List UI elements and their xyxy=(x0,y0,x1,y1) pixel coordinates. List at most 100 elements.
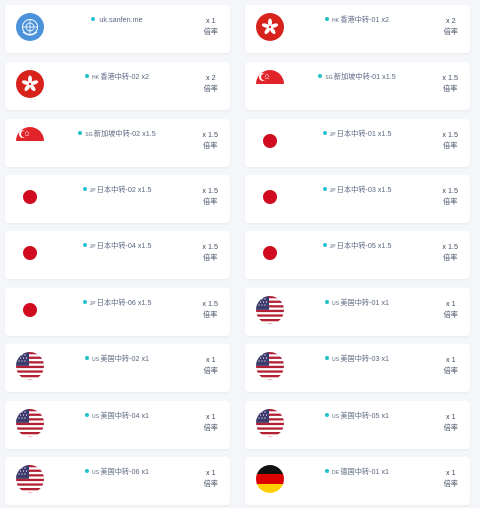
us-flag-icon xyxy=(255,408,285,438)
country-code: JP xyxy=(89,244,96,250)
status-dot xyxy=(322,131,327,135)
node-name: 日本中转-04 x1.5 xyxy=(96,241,152,250)
country-code: US xyxy=(331,414,340,420)
multiplier-label: 倍率 xyxy=(443,253,458,262)
node-multiplier: x 1.5 xyxy=(442,186,458,195)
country-code: JP xyxy=(329,132,336,138)
node-card[interactable]: uk.sanfen.me x 1 倍率 xyxy=(5,5,230,53)
status-dot xyxy=(84,413,89,417)
node-card[interactable]: HK香港中转-02 x2 x 2 倍率 xyxy=(5,62,230,110)
node-name: 美国中转-05 x1 xyxy=(340,411,390,420)
multiplier-label: 倍率 xyxy=(203,27,218,36)
us-flag-icon xyxy=(15,464,45,494)
multiplier-label: 倍率 xyxy=(443,366,458,375)
node-card[interactable]: US美国中转-02 x1 x 1 倍率 xyxy=(5,344,230,392)
multiplier-label: 倍率 xyxy=(203,310,218,319)
de-flag-icon xyxy=(255,464,285,494)
country-code: JP xyxy=(329,188,336,194)
multiplier-label: 倍率 xyxy=(443,84,458,93)
node-card[interactable]: JP日本中转-04 x1.5 x 1.5 倍率 xyxy=(5,231,230,279)
us-flag-icon xyxy=(255,295,285,325)
node-multiplier: x 1 xyxy=(206,355,216,364)
us-flag-icon xyxy=(255,351,285,381)
node-name: 德国中转-01 x1 xyxy=(340,467,390,476)
status-dot xyxy=(324,300,329,304)
sg-flag-icon xyxy=(15,126,45,156)
multiplier-label: 倍率 xyxy=(443,310,458,319)
node-name: 日本中转-02 x1.5 xyxy=(96,185,152,194)
node-card[interactable]: US美国中转-03 x1 x 1 倍率 xyxy=(245,344,470,392)
node-card[interactable]: JP日本中转-02 x1.5 x 1.5 倍率 xyxy=(5,175,230,223)
node-name: 香港中转-02 x2 xyxy=(100,72,150,81)
status-dot xyxy=(84,356,89,360)
node-card[interactable]: US美国中转-05 x1 x 1 倍率 xyxy=(245,401,470,449)
node-card[interactable]: HK香港中转-01 x2 x 2 倍率 xyxy=(245,5,470,53)
node-card[interactable]: US美国中转-01 x1 x 1 倍率 xyxy=(245,288,470,336)
country-code: SG xyxy=(85,132,93,138)
node-multiplier: x 1 xyxy=(206,468,216,477)
status-dot xyxy=(318,74,323,78)
status-dot xyxy=(84,74,89,78)
node-card[interactable]: DE德国中转-01 x1 x 1 倍率 xyxy=(245,457,470,505)
node-card[interactable]: US美国中转-04 x1 x 1 倍率 xyxy=(5,401,230,449)
status-dot xyxy=(324,469,329,473)
node-card[interactable]: JP日本中转-03 x1.5 x 1.5 倍率 xyxy=(245,175,470,223)
jp-flag-icon xyxy=(255,182,285,212)
status-dot xyxy=(91,17,96,21)
country-code: US xyxy=(91,357,100,363)
multiplier-label: 倍率 xyxy=(443,423,458,432)
multiplier-label: 倍率 xyxy=(203,253,218,262)
node-name: 日本中转-01 x1.5 xyxy=(336,129,392,138)
multiplier-label: 倍率 xyxy=(203,479,218,488)
multiplier-label: 倍率 xyxy=(203,141,218,150)
node-name: 美国中转-01 x1 xyxy=(340,298,390,307)
jp-flag-icon xyxy=(255,238,285,268)
jp-flag-icon xyxy=(15,182,45,212)
node-grid: uk.sanfen.me x 1 倍率 HK香港中转-01 x2 x 2 倍率 HK… xyxy=(0,0,480,508)
country-code: US xyxy=(91,470,100,476)
node-name: 美国中转-06 x1 xyxy=(100,467,150,476)
status-dot xyxy=(324,413,329,417)
node-card[interactable]: JP日本中转-05 x1.5 x 1.5 倍率 xyxy=(245,231,470,279)
node-multiplier: x 1 xyxy=(446,355,456,364)
status-dot xyxy=(78,131,83,135)
node-card[interactable]: SG新加坡中转-01 x1.5 x 1.5 倍率 xyxy=(245,62,470,110)
node-multiplier: x 1.5 xyxy=(442,73,458,82)
multiplier-label: 倍率 xyxy=(203,423,218,432)
node-name: 日本中转-03 x1.5 xyxy=(336,185,392,194)
status-dot xyxy=(322,187,327,191)
country-code: DE xyxy=(331,470,340,476)
us-flag-icon xyxy=(15,408,45,438)
country-code: SG xyxy=(325,75,333,81)
multiplier-label: 倍率 xyxy=(203,366,218,375)
node-card[interactable]: US美国中转-06 x1 x 1 倍率 xyxy=(5,457,230,505)
node-name: 日本中转-05 x1.5 xyxy=(336,241,392,250)
country-code: US xyxy=(331,301,340,307)
status-dot xyxy=(82,187,87,191)
status-dot xyxy=(84,469,89,473)
multiplier-label: 倍率 xyxy=(203,197,218,206)
country-code: US xyxy=(331,357,340,363)
country-code: JP xyxy=(89,301,96,307)
un-flag-icon xyxy=(15,12,45,42)
jp-flag-icon xyxy=(15,295,45,325)
node-multiplier: x 1 xyxy=(446,299,456,308)
node-name: 美国中转-02 x1 xyxy=(100,354,150,363)
sg-flag-icon xyxy=(255,69,285,99)
node-name: 美国中转-03 x1 xyxy=(340,354,390,363)
jp-flag-icon xyxy=(15,238,45,268)
status-dot xyxy=(324,17,329,21)
status-dot xyxy=(322,243,327,247)
node-card[interactable]: JP日本中转-01 x1.5 x 1.5 倍率 xyxy=(245,119,470,167)
node-multiplier: x 1 xyxy=(446,412,456,421)
node-card[interactable]: SG新加坡中转-02 x1.5 x 1.5 倍率 xyxy=(5,119,230,167)
node-multiplier: x 1 xyxy=(206,16,216,25)
us-flag-icon xyxy=(15,351,45,381)
multiplier-label: 倍率 xyxy=(203,84,218,93)
hk-flag-icon xyxy=(15,69,45,99)
node-multiplier: x 1 xyxy=(206,412,216,421)
status-dot xyxy=(324,356,329,360)
node-card[interactable]: JP日本中转-06 x1.5 x 1.5 倍率 xyxy=(5,288,230,336)
node-name: 美国中转-04 x1 xyxy=(100,411,150,420)
country-code: JP xyxy=(329,244,336,250)
